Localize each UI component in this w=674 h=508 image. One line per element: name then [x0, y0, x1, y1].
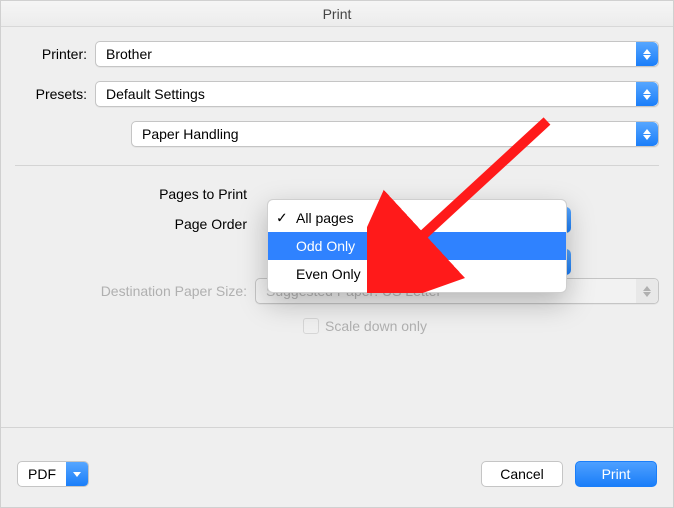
printer-label: Printer:	[15, 46, 95, 62]
pdf-button-label: PDF	[18, 466, 66, 482]
print-label: Print	[602, 466, 631, 482]
printer-row: Printer: Brother	[15, 41, 659, 67]
window-title: Print	[1, 1, 673, 27]
printer-value: Brother	[106, 46, 152, 62]
cancel-label: Cancel	[500, 466, 544, 482]
section-select[interactable]: Paper Handling	[131, 121, 659, 147]
dropdown-item-even-only[interactable]: Even Only	[268, 260, 566, 288]
section-row: Paper Handling	[15, 121, 659, 147]
stepper-icon	[636, 42, 658, 66]
dropdown-item-all-pages[interactable]: ✓ All pages	[268, 204, 566, 232]
presets-row: Presets: Default Settings	[15, 81, 659, 107]
page-order-label: Page Order	[55, 216, 255, 232]
pages-to-print-dropdown: ✓ All pages Odd Only Even Only	[267, 199, 567, 293]
print-button[interactable]: Print	[575, 461, 657, 487]
presets-value: Default Settings	[106, 86, 205, 102]
scale-down-label: Scale down only	[325, 318, 427, 334]
action-buttons: Cancel Print	[481, 461, 657, 487]
divider	[1, 427, 673, 428]
presets-select[interactable]: Default Settings	[95, 81, 659, 107]
divider	[15, 165, 659, 166]
presets-label: Presets:	[15, 86, 95, 102]
stepper-icon	[636, 122, 658, 146]
destination-paper-label: Destination Paper Size:	[55, 283, 255, 299]
scale-down-checkbox	[303, 318, 319, 334]
bottom-bar: PDF Cancel Print	[1, 441, 673, 507]
section-value: Paper Handling	[142, 126, 239, 142]
dropdown-item-label: Even Only	[296, 266, 361, 282]
chevron-down-icon	[66, 462, 88, 486]
dropdown-item-label: Odd Only	[296, 238, 355, 254]
dropdown-item-odd-only[interactable]: Odd Only	[268, 232, 566, 260]
print-dialog: Print Printer: Brother Presets: Default …	[0, 0, 674, 508]
dropdown-item-label: All pages	[296, 210, 354, 226]
pdf-menu-button[interactable]: PDF	[17, 461, 89, 487]
scale-down-row: Scale down only	[303, 318, 659, 334]
printer-select[interactable]: Brother	[95, 41, 659, 67]
check-icon: ✓	[276, 210, 288, 227]
stepper-icon	[636, 82, 658, 106]
stepper-icon	[636, 279, 658, 303]
cancel-button[interactable]: Cancel	[481, 461, 563, 487]
pages-to-print-label: Pages to Print	[55, 186, 255, 202]
